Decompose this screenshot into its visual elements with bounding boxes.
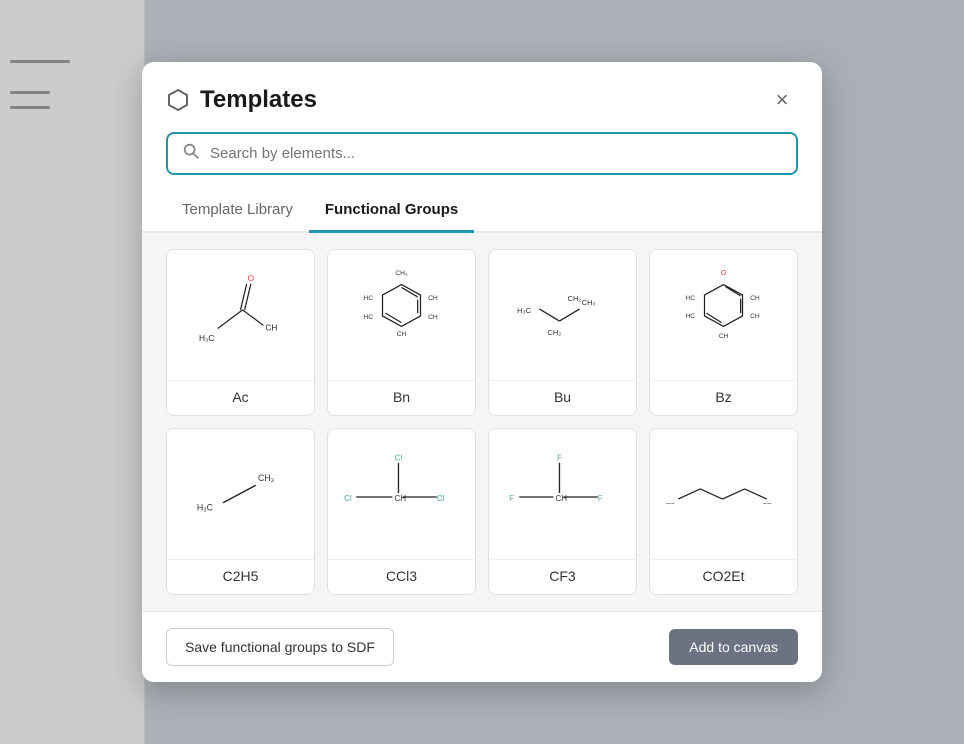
modal-footer: Save functional groups to SDF Add to can… xyxy=(142,611,822,682)
svg-text:CH₃: CH₃ xyxy=(258,473,275,483)
modal-title: Templates xyxy=(200,86,317,114)
molecule-card-ccl3[interactable]: Cl CH Cl Cl CCl3 xyxy=(327,428,476,595)
molecule-svg-bz: O CH CH HC HC CH xyxy=(658,258,789,372)
tab-template-library[interactable]: Template Library xyxy=(166,191,309,233)
svg-text:HC: HC xyxy=(685,295,695,302)
molecule-svg-bu: H₃C CH₃ CH₂ CH₂ xyxy=(497,258,628,372)
svg-text:CH: CH xyxy=(719,333,729,340)
add-to-canvas-button[interactable]: Add to canvas xyxy=(669,629,798,665)
modal-header: Templates × xyxy=(142,62,822,132)
molecule-card-co2et[interactable]: ~~ ~~ CO2Et xyxy=(649,428,798,595)
molecule-label-ac: Ac xyxy=(167,380,314,415)
molecule-svg-cf3: F CH F F xyxy=(497,437,628,551)
svg-text:F: F xyxy=(509,494,514,503)
svg-text:CH₃: CH₃ xyxy=(395,270,408,277)
molecule-label-bn: Bn xyxy=(328,380,475,415)
molecule-image-ac: O CH H₃C xyxy=(167,250,314,380)
svg-text:Cl: Cl xyxy=(437,494,445,503)
svg-text:CH: CH xyxy=(555,494,567,503)
svg-text:Cl: Cl xyxy=(395,454,403,463)
molecule-card-bn[interactable]: CH₃ CH CH HC HC CH xyxy=(327,249,476,416)
molecule-svg-bn: CH₃ CH CH HC HC CH xyxy=(336,258,467,372)
modal-overlay: Templates × Template Library Functiona xyxy=(0,0,964,744)
svg-text:Cl: Cl xyxy=(344,494,352,503)
molecule-image-cf3: F CH F F xyxy=(489,429,636,559)
hexagon-icon xyxy=(166,88,190,112)
search-icon xyxy=(182,142,200,165)
svg-text:F: F xyxy=(557,454,562,463)
molecule-card-bz[interactable]: O CH CH HC HC CH Bz xyxy=(649,249,798,416)
modal-title-group: Templates xyxy=(166,86,317,114)
save-sdf-button[interactable]: Save functional groups to SDF xyxy=(166,628,394,666)
svg-text:CH₃: CH₃ xyxy=(582,298,596,307)
svg-text:CH: CH xyxy=(428,295,438,302)
templates-modal: Templates × Template Library Functiona xyxy=(142,62,822,682)
svg-text:HC: HC xyxy=(363,295,373,302)
svg-text:H₃C: H₃C xyxy=(197,502,213,512)
molecule-grid-container[interactable]: O CH H₃C Ac xyxy=(142,233,822,611)
molecule-image-bu: H₃C CH₃ CH₂ CH₂ xyxy=(489,250,636,380)
svg-text:HC: HC xyxy=(363,314,373,321)
svg-text:CH: CH xyxy=(750,295,760,302)
molecule-card-bu[interactable]: H₃C CH₃ CH₂ CH₂ Bu xyxy=(488,249,637,416)
molecule-svg-ccl3: Cl CH Cl Cl xyxy=(336,437,467,551)
molecule-image-co2et: ~~ ~~ xyxy=(650,429,797,559)
molecule-svg-co2et: ~~ ~~ xyxy=(658,437,789,551)
molecule-image-bz: O CH CH HC HC CH xyxy=(650,250,797,380)
svg-text:CH: CH xyxy=(394,494,406,503)
svg-text:~~: ~~ xyxy=(666,499,675,508)
molecule-image-c2h5: H₃C CH₃ xyxy=(167,429,314,559)
search-input[interactable] xyxy=(210,145,782,162)
svg-text:CH: CH xyxy=(265,323,277,333)
molecule-card-cf3[interactable]: F CH F F CF3 xyxy=(488,428,637,595)
svg-text:O: O xyxy=(248,273,255,283)
search-input-wrapper xyxy=(166,132,798,175)
molecule-card-c2h5[interactable]: H₃C CH₃ C2H5 xyxy=(166,428,315,595)
svg-text:F: F xyxy=(598,494,603,503)
svg-text:CH: CH xyxy=(397,331,407,338)
molecule-image-ccl3: Cl CH Cl Cl xyxy=(328,429,475,559)
molecule-image-bn: CH₃ CH CH HC HC CH xyxy=(328,250,475,380)
svg-text:CH₂: CH₂ xyxy=(547,328,561,337)
molecule-card-ac[interactable]: O CH H₃C Ac xyxy=(166,249,315,416)
svg-text:CH₂: CH₂ xyxy=(568,294,582,303)
molecule-grid: O CH H₃C Ac xyxy=(166,249,798,595)
molecule-label-ccl3: CCl3 xyxy=(328,559,475,594)
molecule-label-bu: Bu xyxy=(489,380,636,415)
molecule-label-co2et: CO2Et xyxy=(650,559,797,594)
svg-text:CH: CH xyxy=(428,314,438,321)
molecule-label-bz: Bz xyxy=(650,380,797,415)
svg-text:O: O xyxy=(721,269,727,277)
tab-functional-groups[interactable]: Functional Groups xyxy=(309,191,474,233)
svg-text:CH: CH xyxy=(750,313,760,320)
tabs-container: Template Library Functional Groups xyxy=(142,191,822,233)
svg-text:H₃C: H₃C xyxy=(199,333,214,343)
molecule-label-c2h5: C2H5 xyxy=(167,559,314,594)
molecule-svg-c2h5: H₃C CH₃ xyxy=(175,437,306,551)
svg-text:H₃C: H₃C xyxy=(517,306,532,315)
close-button[interactable]: × xyxy=(766,84,798,116)
search-container xyxy=(142,132,822,191)
svg-text:~~: ~~ xyxy=(763,499,772,508)
svg-text:HC: HC xyxy=(685,313,695,320)
molecule-label-cf3: CF3 xyxy=(489,559,636,594)
molecule-svg-ac: O CH H₃C xyxy=(175,258,306,372)
